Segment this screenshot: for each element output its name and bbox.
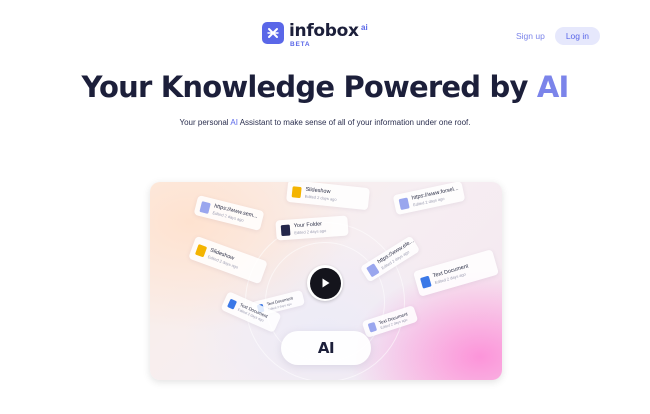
hero-subtitle-accent: AI (230, 118, 238, 127)
logo-x-icon (262, 22, 284, 44)
hero-subtitle-after: Assistant to make sense of all of your i… (237, 118, 471, 127)
beta-badge: BETA (290, 41, 311, 48)
document-icon (419, 275, 432, 289)
hero-subtitle-before: Your personal (179, 118, 231, 127)
header-nav: Sign up Log in (516, 27, 600, 45)
slides-file-icon (291, 185, 302, 198)
link-icon (365, 262, 380, 277)
logo-wordmark: infobox (289, 21, 359, 41)
play-icon (309, 267, 341, 299)
link-icon (398, 196, 410, 210)
hero-title: Your Knowledge Powered by AI (0, 70, 650, 104)
ai-pill: AI (281, 331, 371, 365)
site-header: infobox ai BETA Sign up Log in (0, 0, 650, 60)
file-card-link: https://www.sem... Edited 2 days ago (193, 195, 265, 231)
file-card-link: https://www.forsel... Edited 2 days ago (392, 182, 466, 216)
hero-title-main: Your Knowledge Powered by (81, 70, 537, 104)
folder-icon (280, 224, 291, 236)
slides-file-icon (195, 243, 208, 257)
file-card-document: Text Document Edited 2 days ago (413, 249, 499, 297)
ai-pill-label: AI (317, 339, 335, 357)
log-in-button[interactable]: Log in (554, 27, 600, 45)
link-icon (199, 200, 211, 214)
hero-title-accent: AI (536, 70, 569, 104)
document-icon (367, 321, 378, 333)
logo-ai-superscript: ai (361, 23, 368, 32)
file-card-slideshow: Slideshow Edited 2 days ago (286, 182, 370, 211)
file-card-slideshow: Slideshow Edited 2 days ago (188, 235, 268, 285)
hero-subtitle: Your personal AI Assistant to make sense… (0, 118, 650, 127)
promo-video[interactable]: Slideshow Edited 2 days ago https://www.s… (150, 182, 502, 380)
play-button[interactable] (307, 265, 343, 301)
sign-up-link[interactable]: Sign up (516, 31, 545, 41)
infobox-logo[interactable]: infobox ai BETA (262, 21, 368, 48)
document-icon (227, 298, 238, 310)
